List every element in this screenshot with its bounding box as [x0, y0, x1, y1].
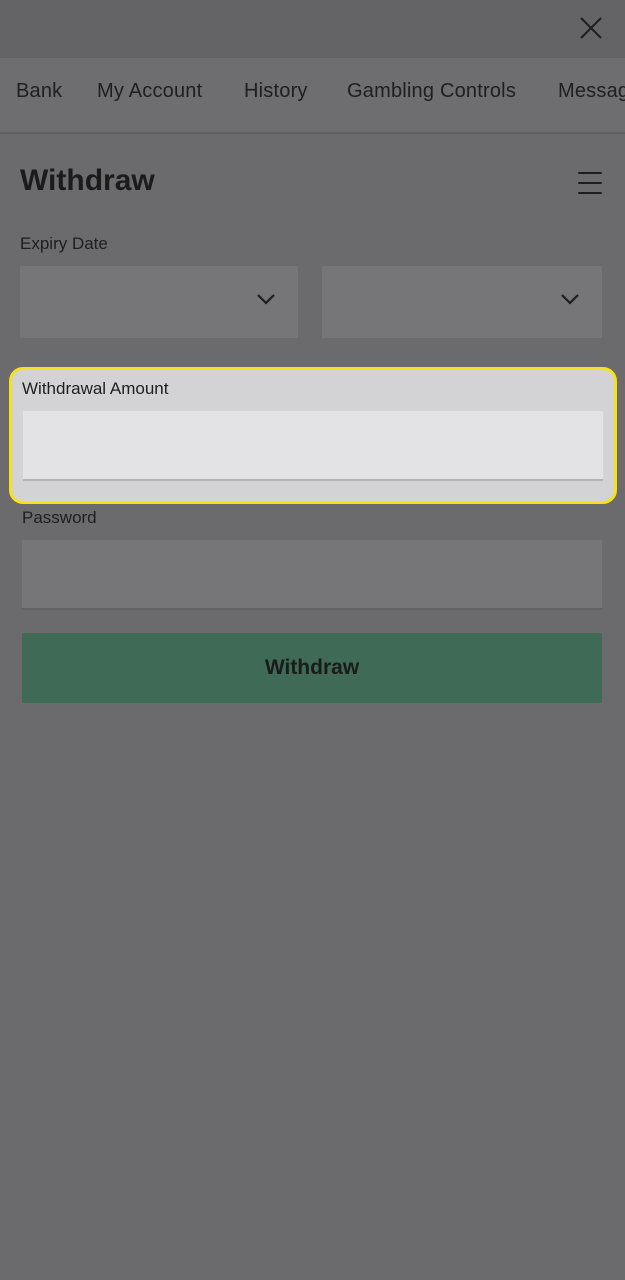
- tab-messages[interactable]: Messages: [558, 80, 625, 103]
- withdrawal-amount-input[interactable]: [23, 411, 603, 481]
- withdrawal-amount-highlight: Withdrawal Amount: [9, 367, 617, 504]
- tab-gambling-controls[interactable]: Gambling Controls: [347, 80, 516, 103]
- password-input[interactable]: [22, 540, 602, 610]
- withdrawal-amount-label: Withdrawal Amount: [22, 379, 169, 398]
- chevron-down-icon: [561, 294, 579, 305]
- expiry-month-select[interactable]: [20, 266, 298, 338]
- close-icon[interactable]: [575, 12, 607, 44]
- hamburger-menu-icon[interactable]: [574, 170, 606, 196]
- withdraw-button[interactable]: Withdraw: [22, 633, 602, 703]
- password-label: Password: [22, 508, 97, 527]
- withdraw-panel: Withdraw Expiry Date Withdrawal Amount P…: [0, 134, 625, 1280]
- account-tabs: Bank My Account History Gambling Control…: [0, 58, 625, 134]
- top-bar: [0, 0, 625, 58]
- chevron-down-icon: [257, 294, 275, 305]
- page-title: Withdraw: [20, 164, 155, 197]
- tab-history[interactable]: History: [244, 80, 308, 103]
- expiry-date-label: Expiry Date: [20, 234, 108, 253]
- expiry-year-select[interactable]: [322, 266, 602, 338]
- tab-bank[interactable]: Bank: [16, 80, 62, 103]
- tab-my-account[interactable]: My Account: [97, 80, 202, 103]
